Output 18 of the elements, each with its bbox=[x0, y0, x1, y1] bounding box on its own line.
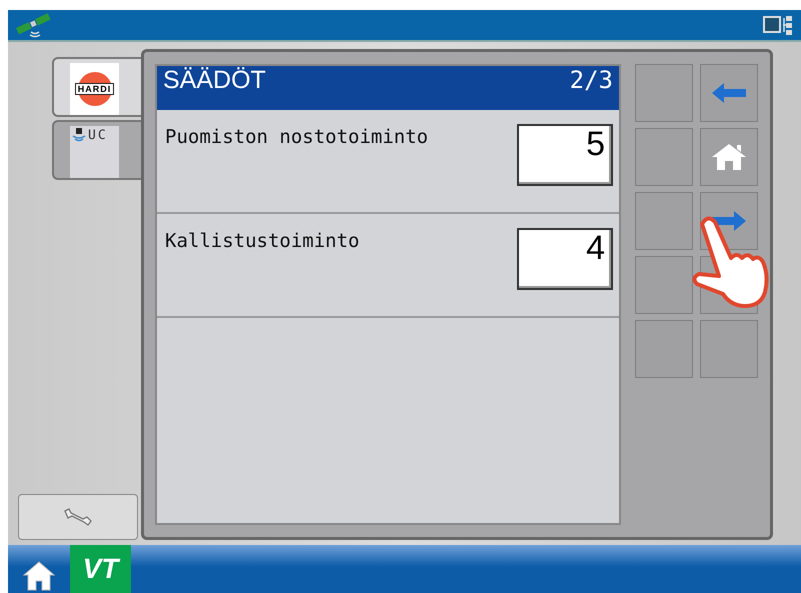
home-icon bbox=[711, 143, 747, 171]
wrench-icon bbox=[62, 507, 94, 527]
setting-label: Puomiston nostotoiminto bbox=[165, 125, 428, 148]
setting-label: Kallistustoiminto bbox=[165, 229, 360, 252]
side-tab[interactable]: HARDI bbox=[52, 57, 141, 117]
panel-title: SÄÄDÖT bbox=[163, 66, 266, 96]
screen-layout-icon[interactable] bbox=[763, 14, 793, 36]
soft-key[interactable] bbox=[700, 128, 758, 186]
signal-icon bbox=[72, 128, 86, 142]
home-icon bbox=[23, 561, 55, 591]
settings-button[interactable] bbox=[18, 494, 138, 540]
input-field[interactable]: 4 bbox=[517, 228, 613, 290]
tab-label: UC bbox=[88, 128, 108, 143]
arrow-left-icon bbox=[712, 83, 746, 103]
page-number: 2/3 bbox=[570, 66, 613, 96]
side-tab[interactable]: UC bbox=[52, 120, 141, 180]
input-field[interactable]: 5 bbox=[517, 124, 613, 186]
logo-text: HARDI bbox=[74, 83, 114, 95]
